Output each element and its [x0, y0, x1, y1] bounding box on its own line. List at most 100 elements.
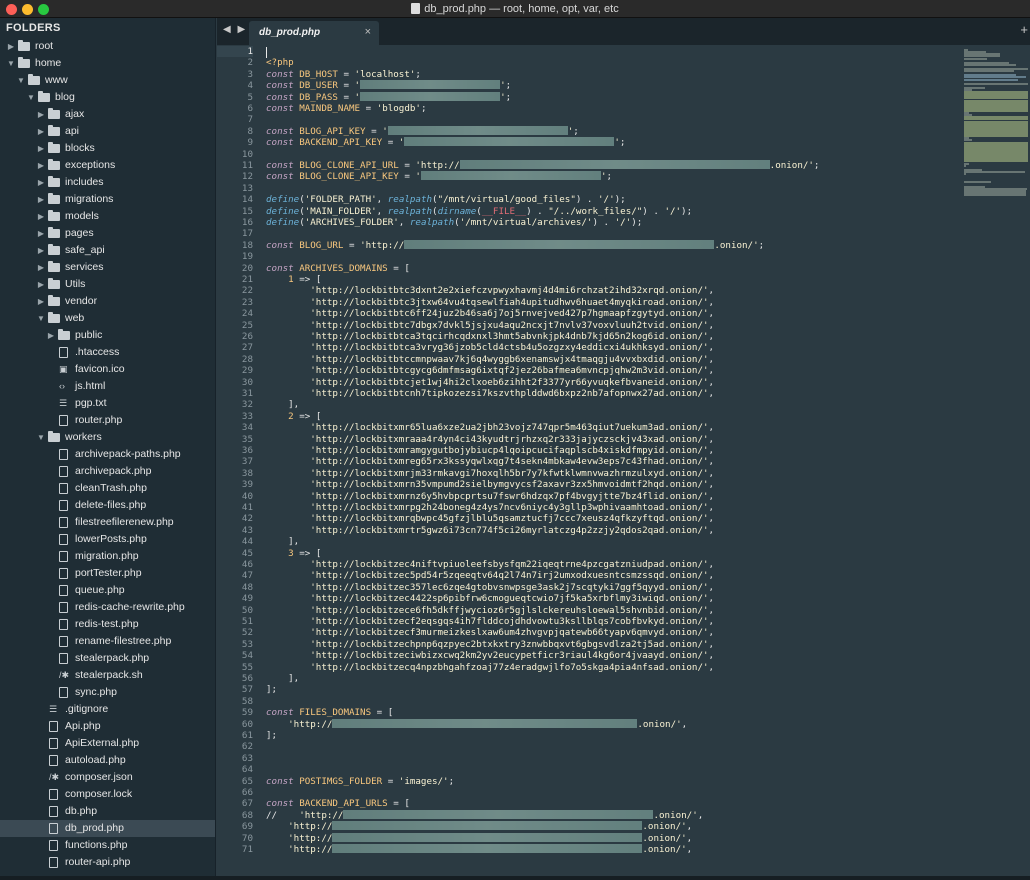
line-number: 62	[241, 741, 253, 753]
code-token: );	[614, 194, 626, 206]
code-token: ,	[708, 559, 715, 570]
code-token: 'http://lockbitzec357lec6zqe4gtobvsnwpsg…	[266, 581, 709, 593]
file-item--gitignore[interactable]: ☰ .gitignore	[0, 701, 215, 718]
disclosure-open-icon[interactable]: ▼	[6, 55, 16, 72]
code-token: ,	[708, 661, 715, 673]
code-line: 'http://lockbitxmrjm33rmkavgi7hoxqlh5br7…	[266, 468, 714, 479]
file-item-archivepack-php[interactable]: archivepack.php	[0, 463, 215, 480]
disclosure-open-icon[interactable]: ▼	[16, 72, 26, 89]
disclosure-open-icon[interactable]: ▼	[36, 310, 46, 327]
disclosure-closed-icon[interactable]: ▶	[36, 157, 46, 174]
disclosure-closed-icon[interactable]: ▶	[36, 293, 46, 310]
file-item-db-php[interactable]: db.php	[0, 803, 215, 820]
file-item-rename-filestree-php[interactable]: rename-filestree.php	[0, 633, 215, 650]
file-item-stealerpack-php[interactable]: stealerpack.php	[0, 650, 215, 667]
file-item-router-php[interactable]: router.php	[0, 412, 215, 429]
disclosure-open-icon[interactable]: ▼	[36, 429, 46, 446]
file-item-functions-php[interactable]: functions.php	[0, 837, 215, 854]
folder-item-blocks[interactable]: ▶ blocks	[0, 140, 215, 157]
disclosure-closed-icon[interactable]: ▶	[36, 123, 46, 140]
code-token: ;	[448, 775, 455, 787]
folder-item-services[interactable]: ▶ services	[0, 259, 215, 276]
file-item--htaccess[interactable]: .htaccess	[0, 344, 215, 361]
minimap-line	[964, 170, 1026, 173]
new-tab-icon[interactable]: +	[1020, 22, 1028, 37]
folder-item-migrations[interactable]: ▶ migrations	[0, 191, 215, 208]
file-item-stealerpack-sh[interactable]: /✱ stealerpack.sh	[0, 667, 215, 684]
file-item-cleantrash-php[interactable]: cleanTrash.php	[0, 480, 215, 497]
folder-item-pages[interactable]: ▶ pages	[0, 225, 215, 242]
file-item-autoload-php[interactable]: autoload.php	[0, 752, 215, 769]
disclosure-closed-icon[interactable]: ▶	[36, 174, 46, 191]
line-number: 60	[241, 718, 253, 730]
tree-item-label: lowerPosts.php	[75, 533, 147, 545]
file-item-delete-files-php[interactable]: delete-files.php	[0, 497, 215, 514]
disclosure-closed-icon[interactable]: ▶	[36, 191, 46, 208]
tab-nav-arrows[interactable]: ◀ ▶	[223, 24, 247, 35]
tree-item-label: Utils	[65, 278, 86, 290]
file-item-js-html[interactable]: ‹› js.html	[0, 378, 215, 395]
disclosure-closed-icon[interactable]: ▶	[36, 208, 46, 225]
folder-item-ajax[interactable]: ▶ ajax	[0, 106, 215, 123]
folder-item-models[interactable]: ▶ models	[0, 208, 215, 225]
file-item-apiexternal-php[interactable]: ApiExternal.php	[0, 735, 215, 752]
disclosure-closed-icon[interactable]: ▶	[36, 242, 46, 259]
line-number: 37	[241, 456, 253, 468]
tree-item-label: rename-filestree.php	[75, 635, 172, 647]
file-item-composer-json[interactable]: /✱ composer.json	[0, 769, 215, 786]
folder-item-home[interactable]: ▼ home	[0, 55, 215, 72]
code-token: =	[382, 775, 399, 787]
disclosure-closed-icon[interactable]: ▶	[36, 276, 46, 293]
line-number: 33	[241, 410, 253, 422]
code-editor[interactable]: 1 2 3 4 5 6 7 8 9 10 11 12 13 14 15 16 17 18 19 20 21 22 23 24 2…	[217, 45, 962, 880]
folder-item-exceptions[interactable]: ▶ exceptions	[0, 157, 215, 174]
file-item-lowerposts-php[interactable]: lowerPosts.php	[0, 531, 215, 548]
disclosure-closed-icon[interactable]: ▶	[36, 259, 46, 276]
folder-item-www[interactable]: ▼ www	[0, 72, 215, 89]
code-line: 'http://lockbitxmrpg2h24boneg4z4ys7ncv6n…	[266, 502, 714, 513]
file-item-redis-test-php[interactable]: redis-test.php	[0, 616, 215, 633]
folder-item-public[interactable]: ▶ public	[0, 327, 215, 344]
file-item-redis-cache-rewrite-php[interactable]: redis-cache-rewrite.php	[0, 599, 215, 616]
close-tab-icon[interactable]: ×	[365, 26, 371, 38]
minimap[interactable]	[962, 45, 1030, 880]
folder-item-safe-api[interactable]: ▶ safe_api	[0, 242, 215, 259]
line-number: 15	[241, 205, 253, 217]
folder-icon	[18, 40, 30, 51]
code-token: 'http://lockbitbtcgycg6dmfmsag6ixtqf2jez…	[266, 365, 709, 377]
code-token: 'MAIN_FOLDER'	[304, 205, 377, 217]
file-item-api-php[interactable]: Api.php	[0, 718, 215, 735]
file-item-favicon-ico[interactable]: ▣ favicon.ico	[0, 361, 215, 378]
folder-item-web[interactable]: ▼ web	[0, 310, 215, 327]
folder-item-root[interactable]: ▶ root	[0, 38, 215, 55]
disclosure-closed-icon[interactable]: ▶	[36, 225, 46, 242]
folder-item-includes[interactable]: ▶ includes	[0, 174, 215, 191]
file-item-archivepack-paths-php[interactable]: archivepack-paths.php	[0, 446, 215, 463]
file-item-porttester-php[interactable]: portTester.php	[0, 565, 215, 582]
disclosure-closed-icon[interactable]: ▶	[6, 38, 16, 55]
folder-item-workers[interactable]: ▼ workers	[0, 429, 215, 446]
disclosure-closed-icon[interactable]: ▶	[36, 140, 46, 157]
file-item-composer-lock[interactable]: composer.lock	[0, 786, 215, 803]
file-item-filestreefilerenew-php[interactable]: filestreefilerenew.php	[0, 514, 215, 531]
file-item-router-api-php[interactable]: router-api.php	[0, 854, 215, 871]
minimize-window-button[interactable]	[22, 4, 33, 15]
code-line: 'http://lockbitzechpnp6qzpyec2btxkxtry3z…	[266, 639, 714, 650]
line-number: 3	[247, 68, 253, 80]
folder-item-vendor[interactable]: ▶ vendor	[0, 293, 215, 310]
disclosure-open-icon[interactable]: ▼	[26, 89, 36, 106]
folder-item-utils[interactable]: ▶ Utils	[0, 276, 215, 293]
file-item-pgp-txt[interactable]: ☰ pgp.txt	[0, 395, 215, 412]
folder-item-blog[interactable]: ▼ blog	[0, 89, 215, 106]
tab-db-prod[interactable]: db_prod.php ×	[249, 21, 379, 45]
disclosure-closed-icon[interactable]: ▶	[46, 327, 56, 344]
close-window-button[interactable]	[6, 4, 17, 15]
folder-item-api[interactable]: ▶ api	[0, 123, 215, 140]
disclosure-closed-icon[interactable]: ▶	[36, 106, 46, 123]
file-item-queue-php[interactable]: queue.php	[0, 582, 215, 599]
zoom-window-button[interactable]	[38, 4, 49, 15]
file-item-sync-php[interactable]: sync.php	[0, 684, 215, 701]
file-item-db-prod-php[interactable]: db_prod.php	[0, 820, 215, 837]
file-item-migration-php[interactable]: migration.php	[0, 548, 215, 565]
